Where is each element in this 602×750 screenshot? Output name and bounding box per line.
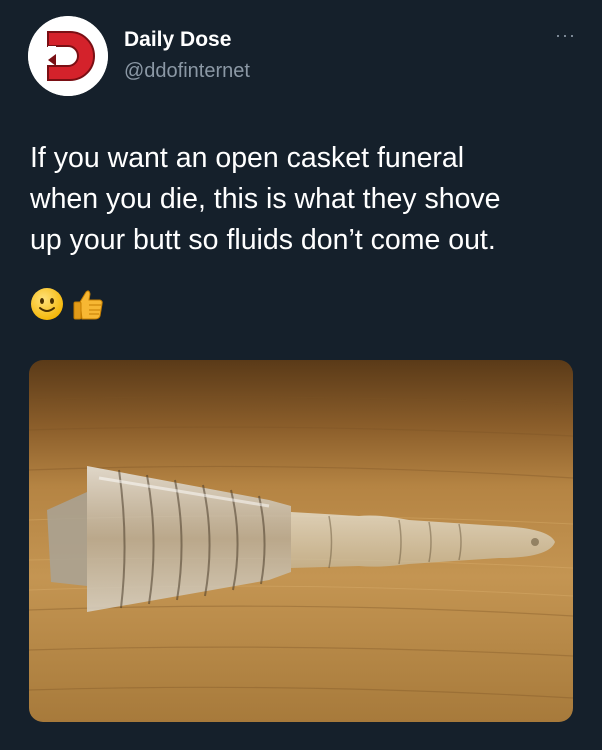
author-name[interactable]: Daily Dose bbox=[124, 28, 231, 52]
slightly-smiling-face-emoji bbox=[31, 288, 63, 320]
author-handle[interactable]: @ddofinternet bbox=[124, 60, 250, 83]
thumbs-up-emoji bbox=[73, 290, 103, 320]
tweet-photo[interactable] bbox=[29, 360, 573, 722]
more-options-icon[interactable]: ··· bbox=[555, 26, 576, 44]
avatar[interactable] bbox=[28, 16, 108, 96]
photo-image bbox=[29, 360, 573, 722]
daily-dose-logo-icon bbox=[28, 16, 108, 96]
tweet-text: If you want an open casket funeral when … bbox=[30, 142, 501, 256]
emoji-row bbox=[30, 286, 106, 322]
